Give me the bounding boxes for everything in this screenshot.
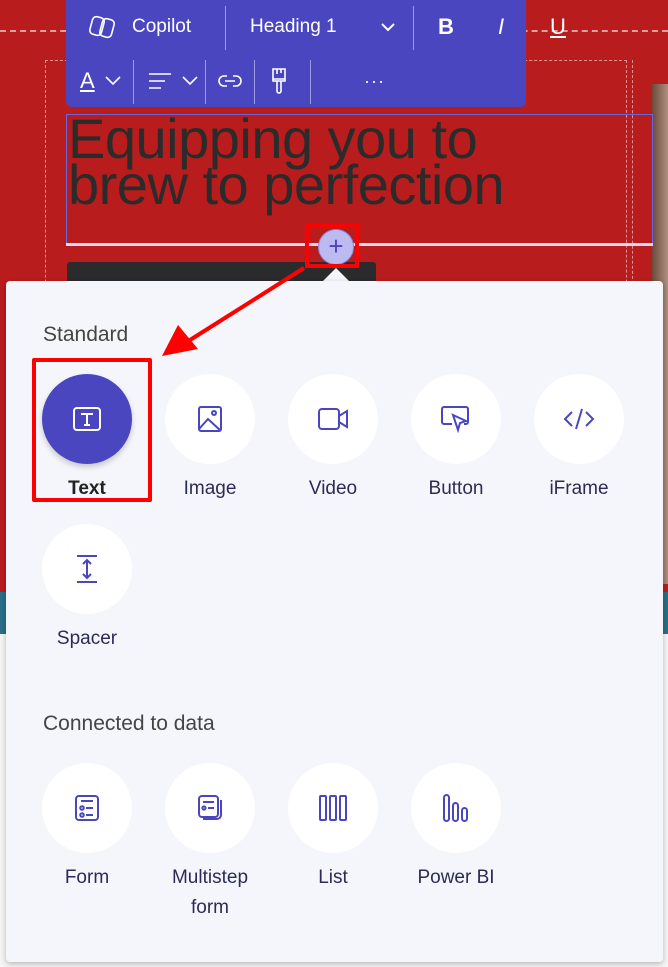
format-painter-button[interactable]	[271, 66, 287, 96]
heading-line: brew to perfection	[68, 153, 505, 216]
form-icon	[75, 795, 99, 821]
component-label: Video	[308, 478, 358, 499]
italic-button[interactable]: I	[496, 12, 506, 42]
component-label: Multistep form	[171, 867, 249, 918]
spacer-button[interactable]	[42, 524, 132, 614]
spacer-icon	[77, 555, 97, 583]
highlight-box	[32, 358, 152, 502]
copilot-label: Copilot	[132, 16, 192, 37]
bold-button[interactable]: B	[436, 12, 456, 42]
iframe-button[interactable]	[534, 374, 624, 464]
component-label: Image	[183, 478, 237, 499]
form-button[interactable]	[42, 763, 132, 853]
code-icon	[563, 408, 595, 430]
highlight-box	[305, 224, 359, 268]
format-painter-icon	[272, 68, 286, 94]
component-form[interactable]: Form	[32, 763, 142, 893]
section-title-connected: Connected to data	[43, 712, 215, 735]
style-value: Heading 1	[250, 16, 337, 37]
link-icon	[218, 75, 242, 87]
page-heading[interactable]: Equipping you to brew to perfection	[68, 111, 505, 216]
component-label: Form	[64, 867, 110, 888]
component-multistep-form[interactable]: Multistep form	[155, 763, 265, 923]
copilot-icon	[88, 15, 116, 39]
align-button[interactable]	[148, 66, 198, 96]
video-button[interactable]	[288, 374, 378, 464]
more-options-button[interactable]: ···	[364, 66, 385, 96]
component-label: Power BI	[417, 867, 495, 888]
divider	[205, 60, 206, 104]
power-bi-button[interactable]	[411, 763, 501, 853]
image-button[interactable]	[165, 374, 255, 464]
power-bi-icon	[443, 794, 468, 822]
component-iframe[interactable]: iFrame	[524, 374, 634, 504]
style-dropdown[interactable]: Heading 1	[250, 12, 395, 42]
divider	[310, 60, 311, 104]
component-label: List	[318, 867, 348, 888]
divider	[413, 6, 414, 50]
multistep-form-button[interactable]	[165, 763, 255, 853]
button-button[interactable]	[411, 374, 501, 464]
component-button[interactable]: Button	[401, 374, 511, 504]
component-spacer[interactable]: Spacer	[32, 524, 142, 654]
link-button[interactable]	[218, 66, 242, 96]
font-color-icon: A	[80, 68, 95, 93]
image-icon	[198, 406, 222, 432]
component-label: Spacer	[56, 628, 118, 649]
component-power-bi[interactable]: Power BI	[401, 763, 511, 893]
list-icon	[319, 795, 347, 821]
component-label: iFrame	[549, 478, 609, 499]
multistep-form-icon	[198, 795, 222, 820]
section-insert-line	[66, 243, 653, 246]
text-format-toolbar: Copilot Heading 1 B I U A ···	[66, 0, 566, 107]
button-icon	[441, 406, 469, 433]
chevron-down-icon	[381, 23, 395, 32]
component-list[interactable]: List	[278, 763, 388, 893]
divider	[225, 6, 226, 50]
copilot-button[interactable]: Copilot	[88, 12, 191, 42]
divider	[133, 60, 134, 104]
component-video[interactable]: Video	[278, 374, 388, 504]
align-left-icon	[149, 73, 171, 89]
chevron-down-icon	[105, 76, 121, 86]
font-color-button[interactable]: A	[80, 66, 121, 96]
panel-pointer	[322, 268, 350, 282]
chevron-down-icon	[182, 76, 198, 86]
video-icon	[318, 408, 348, 430]
component-label: Button	[428, 478, 484, 499]
underline-button[interactable]: U	[548, 12, 568, 42]
component-image[interactable]: Image	[155, 374, 265, 504]
section-title-standard: Standard	[43, 323, 129, 346]
divider	[254, 60, 255, 104]
list-button[interactable]	[288, 763, 378, 853]
